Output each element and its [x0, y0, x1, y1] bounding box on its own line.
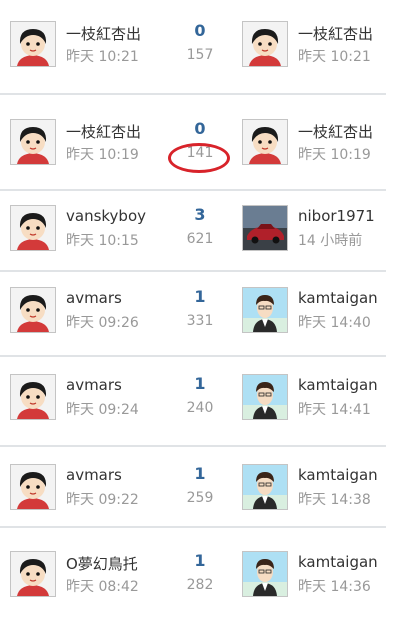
topic-row[interactable]: O夢幻鳥托昨天 08:42 1 282 kamtaigan 昨天 14:36 — [0, 549, 401, 619]
starter-cartoon-girl-avatar[interactable] — [10, 374, 56, 420]
last-poster-name-link[interactable]: 一枝紅杏出 — [298, 121, 388, 142]
last-post-time: 昨天 14:40 — [298, 315, 371, 331]
last-post-time: 昨天 14:41 — [298, 402, 371, 418]
starter-cartoon-girl-avatar[interactable] — [10, 205, 56, 251]
view-count: 240 — [186, 400, 214, 416]
starter-name-link[interactable]: 一枝紅杏出 — [66, 23, 156, 44]
starter-cartoon-girl-avatar[interactable] — [10, 119, 56, 165]
row-divider — [0, 189, 386, 191]
starter-cartoon-girl-avatar[interactable] — [10, 287, 56, 333]
starter-name-link[interactable]: avmars — [66, 376, 156, 394]
last-post-time: 昨天 10:19 — [298, 147, 371, 163]
last-poster-name-link[interactable]: kamtaigan — [298, 376, 388, 394]
starter-post-time: 昨天 09:26 — [66, 315, 139, 331]
view-count: 331 — [186, 313, 214, 329]
view-count: 157 — [186, 47, 214, 63]
reply-count[interactable]: 1 — [165, 287, 235, 306]
last-poster-anime-man-avatar[interactable] — [242, 287, 288, 333]
starter-post-time: 昨天 09:22 — [66, 492, 139, 508]
last-poster-name-link[interactable]: kamtaigan — [298, 553, 388, 571]
starter-cartoon-girl-avatar[interactable] — [10, 21, 56, 67]
row-divider — [0, 270, 386, 272]
last-poster-anime-man-avatar[interactable] — [242, 464, 288, 510]
starter-post-time: 昨天 10:21 — [66, 49, 139, 65]
starter-name-link[interactable]: avmars — [66, 466, 156, 484]
reply-count[interactable]: 0 — [165, 21, 235, 40]
starter-cartoon-girl-avatar[interactable] — [10, 551, 56, 597]
last-post-time: 14 小時前 — [298, 233, 363, 249]
view-count: 259 — [186, 490, 214, 506]
topic-row[interactable]: 一枝紅杏出昨天 10:21 0 157 一枝紅杏出昨天 10:21 — [0, 19, 401, 89]
topic-row[interactable]: vanskyboy 昨天 10:15 3 621 nibor1971 14 小時前 — [0, 203, 401, 273]
reply-count[interactable]: 1 — [165, 551, 235, 570]
last-poster-name-link[interactable]: kamtaigan — [298, 466, 388, 484]
topic-row[interactable]: avmars 昨天 09:22 1 259 kamtaigan 昨天 14:38 — [0, 462, 401, 532]
last-poster-anime-man-avatar[interactable] — [242, 551, 288, 597]
last-post-time: 昨天 14:38 — [298, 492, 371, 508]
starter-post-time: 昨天 09:24 — [66, 402, 139, 418]
last-poster-name-link[interactable]: 一枝紅杏出 — [298, 23, 388, 44]
starter-post-time: 昨天 08:42 — [66, 579, 139, 595]
reply-count[interactable]: 3 — [165, 205, 235, 224]
topic-row[interactable]: avmars 昨天 09:24 1 240 kamtaigan 昨天 14:41 — [0, 372, 401, 442]
topic-list: 一枝紅杏出 昨天 10:21 0 157 一枝紅杏出 昨天 10:21 一枝紅杏出 昨天 10… — [0, 0, 401, 624]
row-divider — [0, 355, 386, 357]
last-poster-red-car-avatar[interactable] — [242, 205, 288, 251]
last-poster-name-link[interactable]: nibor1971 — [298, 207, 388, 225]
reply-count[interactable]: 0 — [165, 119, 235, 138]
starter-post-time: 昨天 10:19 — [66, 147, 139, 163]
starter-name-link[interactable]: 一枝紅杏出 — [66, 121, 156, 142]
last-post-time: 昨天 14:36 — [298, 579, 371, 595]
view-count: 282 — [186, 577, 214, 593]
starter-name-link[interactable]: avmars — [66, 289, 156, 307]
red-circle-annotation — [168, 143, 230, 173]
view-count: 621 — [186, 231, 214, 247]
starter-name-link[interactable]: vanskyboy — [66, 207, 156, 225]
row-divider — [0, 93, 386, 95]
reply-count[interactable]: 1 — [165, 374, 235, 393]
last-poster-cartoon-girl-avatar[interactable] — [242, 21, 288, 67]
row-divider — [0, 445, 386, 447]
last-poster-cartoon-girl-avatar[interactable] — [242, 119, 288, 165]
last-poster-name-link[interactable]: kamtaigan — [298, 289, 388, 307]
topic-row[interactable]: avmars 昨天 09:26 1 331 kamtaigan 昨天 14:40 — [0, 285, 401, 355]
starter-post-time: 昨天 10:15 — [66, 233, 139, 249]
reply-count[interactable]: 1 — [165, 464, 235, 483]
last-poster-anime-man-avatar[interactable] — [242, 374, 288, 420]
row-divider — [0, 526, 386, 528]
starter-name-link[interactable]: O夢幻鳥托 — [66, 553, 156, 574]
last-post-time: 昨天 10:21 — [298, 49, 371, 65]
starter-cartoon-girl-avatar[interactable] — [10, 464, 56, 510]
